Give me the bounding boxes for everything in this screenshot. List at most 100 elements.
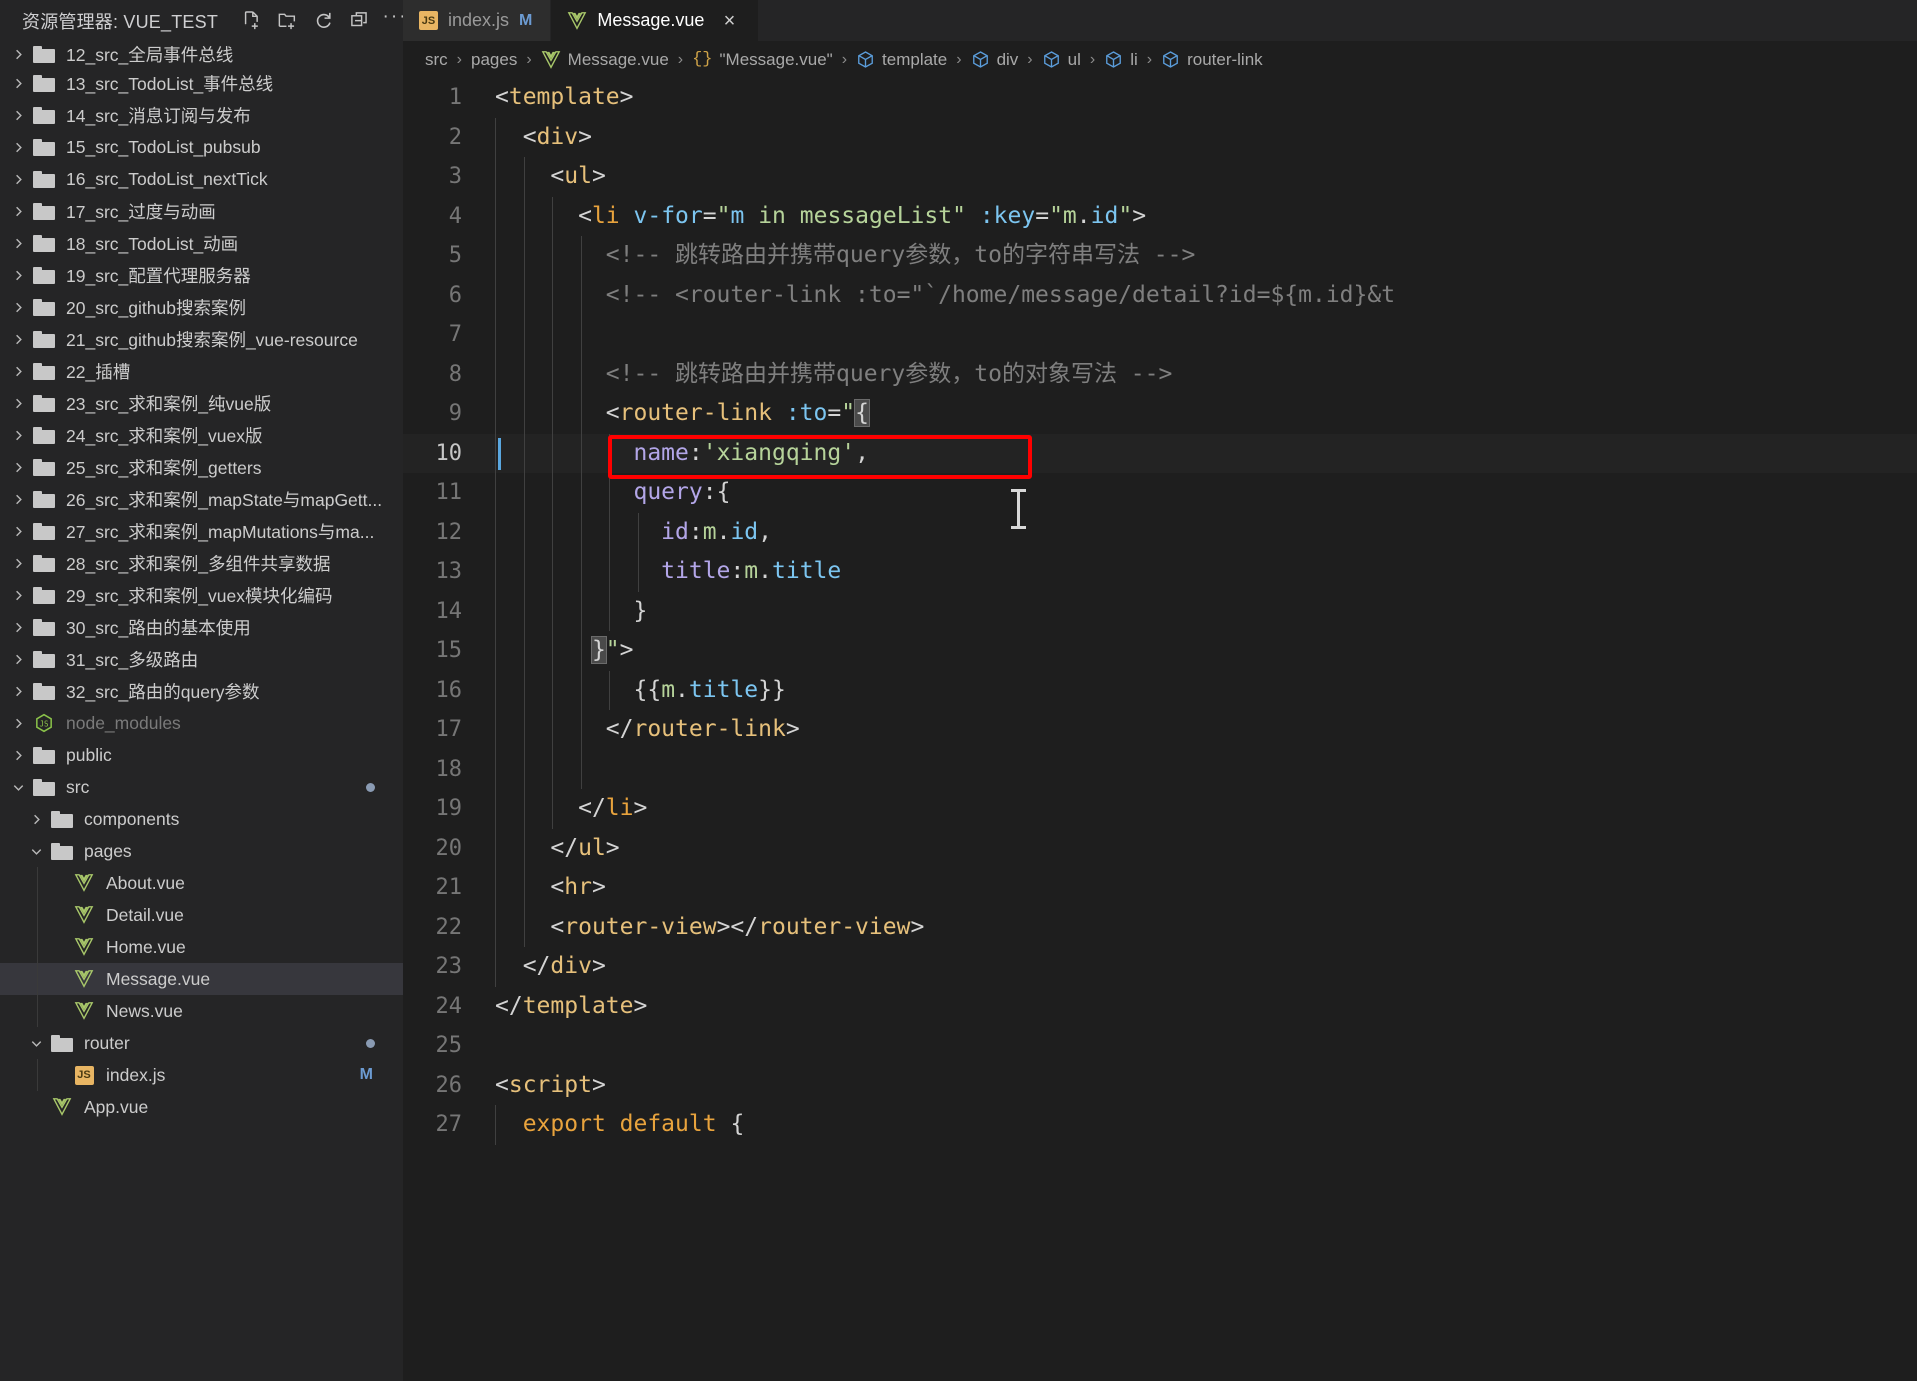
tree-item-router[interactable]: router (0, 1027, 403, 1059)
tree-item-index.js[interactable]: JS index.js M (0, 1059, 403, 1091)
chevron-right-icon[interactable] (6, 140, 30, 155)
tree-item-31_src_[interactable]: 31_src_多级路由 (0, 643, 403, 675)
breadcrumb-item-src[interactable]: src (425, 50, 448, 70)
tree-item-32_src_query[interactable]: 32_src_路由的query参数 (0, 675, 403, 707)
chevron-right-icon[interactable] (6, 492, 30, 507)
tree-item-27_src__mapmutationsma...[interactable]: 27_src_求和案例_mapMutations与ma... (0, 515, 403, 547)
tree-item-public[interactable]: public (0, 739, 403, 771)
chevron-right-icon[interactable] (6, 47, 30, 62)
tree-item-26_src__mapstatemapgett...[interactable]: 26_src_求和案例_mapState与mapGett... (0, 483, 403, 515)
chevron-right-icon[interactable] (6, 204, 30, 219)
code-line[interactable]: 9 <router-link :to="{ (403, 394, 1917, 434)
close-icon[interactable]: × (718, 10, 740, 32)
tree-item-24_src__vuex[interactable]: 24_src_求和案例_vuex版 (0, 419, 403, 451)
code-line[interactable]: 8 <!-- 跳转路由并携带query参数，to的对象写法 --> (403, 354, 1917, 394)
chevron-right-icon[interactable] (6, 236, 30, 251)
code-editor[interactable]: 1 <template> 2 <div> 3 <ul> 4 <li v-for="m i… (403, 78, 1917, 1381)
code-line[interactable]: 11 query:{ (403, 473, 1917, 513)
tree-item-18_src_todolist_[interactable]: 18_src_TodoList_动画 (0, 227, 403, 259)
code-line[interactable]: 17 </router-link> (403, 710, 1917, 750)
tab-index-js[interactable]: JS index.js M (403, 0, 552, 41)
new-folder-icon[interactable] (276, 10, 298, 32)
chevron-right-icon[interactable] (6, 748, 30, 763)
tree-item-news.vue[interactable]: News.vue (0, 995, 403, 1027)
new-file-icon[interactable] (240, 10, 262, 32)
tree-item-23_src__vue[interactable]: 23_src_求和案例_纯vue版 (0, 387, 403, 419)
code-line[interactable]: 25 (403, 1026, 1917, 1066)
code-line[interactable]: 18 (403, 749, 1917, 789)
breadcrumb-item-ul[interactable]: ul (1042, 50, 1081, 70)
code-line[interactable]: 20 </ul> (403, 828, 1917, 868)
breadcrumb-item-pages[interactable]: pages (471, 50, 517, 70)
code-line[interactable]: 24 </template> (403, 987, 1917, 1027)
collapse-all-icon[interactable] (348, 10, 370, 32)
code-line[interactable]: 2 <div> (403, 117, 1917, 157)
tree-item-16_src_todolist_nexttick[interactable]: 16_src_TodoList_nextTick (0, 163, 403, 195)
tree-item-30_src_[interactable]: 30_src_路由的基本使用 (0, 611, 403, 643)
chevron-right-icon[interactable] (6, 76, 30, 91)
code-line[interactable]: 7 (403, 315, 1917, 355)
chevron-right-icon[interactable] (6, 364, 30, 379)
tree-item-25_src__getters[interactable]: 25_src_求和案例_getters (0, 451, 403, 483)
code-line[interactable]: 6 <!-- <router-link :to="`/home/message/… (403, 275, 1917, 315)
chevron-right-icon[interactable] (6, 524, 30, 539)
breadcrumb-item-div[interactable]: div (971, 50, 1018, 70)
tree-item-message.vue[interactable]: Message.vue (0, 963, 403, 995)
tree-item-src[interactable]: src (0, 771, 403, 803)
code-line[interactable]: 16 {{m.title}} (403, 670, 1917, 710)
code-line[interactable]: 26 <script> (403, 1066, 1917, 1106)
code-line[interactable]: 14 } (403, 591, 1917, 631)
breadcrumb-item-li[interactable]: li (1104, 50, 1138, 70)
chevron-right-icon[interactable] (6, 460, 30, 475)
code-line[interactable]: 27 export default { (403, 1105, 1917, 1145)
chevron-right-icon[interactable] (6, 588, 30, 603)
code-line[interactable]: 15 }"> (403, 631, 1917, 671)
chevron-right-icon[interactable] (6, 652, 30, 667)
tree-item-17_src_[interactable]: 17_src_过度与动画 (0, 195, 403, 227)
tree-item-node_modules[interactable]: JS node_modules (0, 707, 403, 739)
chevron-right-icon[interactable] (6, 172, 30, 187)
code-content[interactable]: 1 <template> 2 <div> 3 <ul> 4 <li v-for="m i… (403, 78, 1917, 1381)
code-line[interactable]: 19 </li> (403, 789, 1917, 829)
chevron-right-icon[interactable] (6, 268, 30, 283)
chevron-down-icon[interactable] (24, 1036, 48, 1051)
chevron-right-icon[interactable] (6, 300, 30, 315)
tree-item-14_src_[interactable]: 14_src_消息订阅与发布 (0, 99, 403, 131)
code-line[interactable]: 3 <ul> (403, 157, 1917, 197)
tab-message-vue[interactable]: Message.vue × (551, 0, 760, 41)
code-line[interactable]: 12 id:m.id, (403, 512, 1917, 552)
tree-item-22_[interactable]: 22_插槽 (0, 355, 403, 387)
breadcrumb-item-template[interactable]: template (856, 50, 947, 70)
chevron-right-icon[interactable] (6, 716, 30, 731)
chevron-right-icon[interactable] (6, 332, 30, 347)
tab-bar[interactable]: JS index.js M Message.vue × (403, 0, 1917, 41)
chevron-right-icon[interactable] (6, 556, 30, 571)
file-tree[interactable]: 12_src_全局事件总线 13_src_TodoList_事件总线 14_src_… (0, 41, 403, 1381)
code-line[interactable]: 1 <template> (403, 78, 1917, 118)
chevron-down-icon[interactable] (6, 780, 30, 795)
breadcrumb-item-routerlink[interactable]: router-link (1161, 50, 1263, 70)
tree-item-detail.vue[interactable]: Detail.vue (0, 899, 403, 931)
code-line[interactable]: 4 <li v-for="m in messageList" :key="m.i… (403, 196, 1917, 236)
breadcrumb-item-messagevue[interactable]: Message.vue (541, 50, 669, 70)
code-line[interactable]: 13 title:m.title (403, 552, 1917, 592)
breadcrumb-item-messagevue[interactable]: {} "Message.vue" (692, 50, 833, 70)
breadcrumb[interactable]: src › pages › Message.vue › {} "Message.vue" › te… (403, 41, 1917, 78)
chevron-right-icon[interactable] (24, 812, 48, 827)
tree-item-components[interactable]: components (0, 803, 403, 835)
chevron-right-icon[interactable] (6, 620, 30, 635)
tree-item-13_src_todolist_[interactable]: 13_src_TodoList_事件总线 (0, 67, 403, 99)
code-line[interactable]: 23 </div> (403, 947, 1917, 987)
tree-item-20_src_github[interactable]: 20_src_github搜索案例 (0, 291, 403, 323)
tree-item-pages[interactable]: pages (0, 835, 403, 867)
tree-item-29_src__vuex[interactable]: 29_src_求和案例_vuex模块化编码 (0, 579, 403, 611)
tree-item-about.vue[interactable]: About.vue (0, 867, 403, 899)
chevron-down-icon[interactable] (24, 844, 48, 859)
chevron-right-icon[interactable] (6, 428, 30, 443)
code-line[interactable]: 21 <hr> (403, 868, 1917, 908)
chevron-right-icon[interactable] (6, 684, 30, 699)
tree-item-15_src_todolist_pubsub[interactable]: 15_src_TodoList_pubsub (0, 131, 403, 163)
code-line[interactable]: 22 <router-view></router-view> (403, 907, 1917, 947)
tree-item-12_src_[interactable]: 12_src_全局事件总线 (0, 41, 403, 67)
tree-item-21_src_github_vueresource[interactable]: 21_src_github搜索案例_vue-resource (0, 323, 403, 355)
